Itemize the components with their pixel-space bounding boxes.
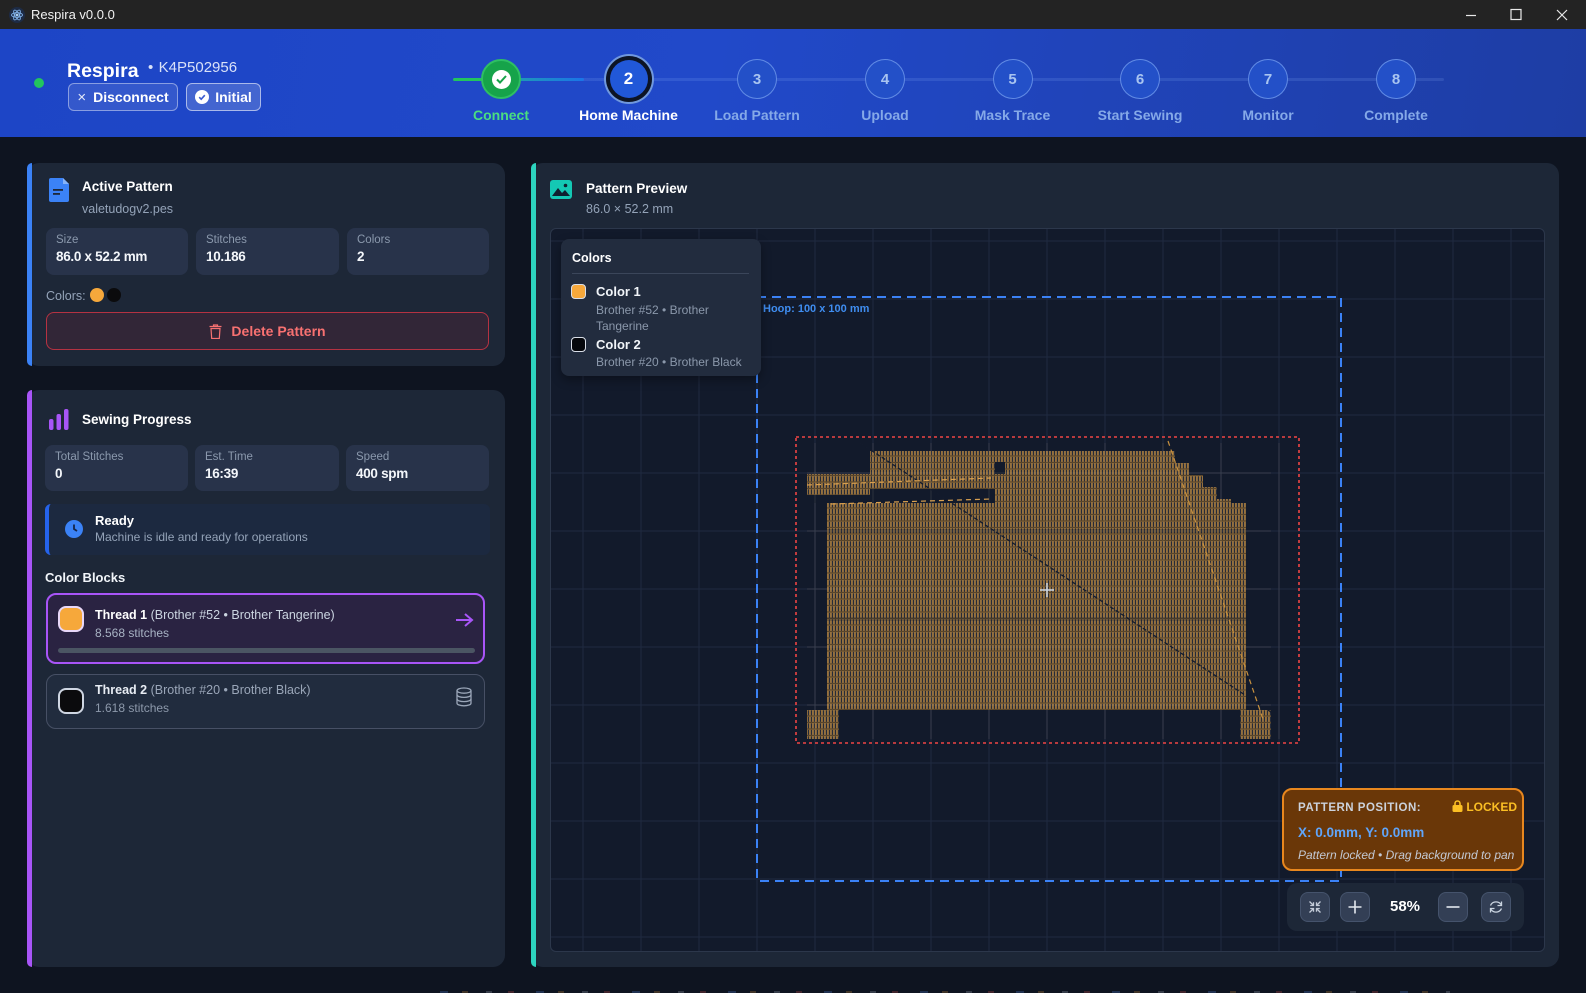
svg-text:Hoop: 100 x 100 mm: Hoop: 100 x 100 mm bbox=[763, 303, 870, 315]
